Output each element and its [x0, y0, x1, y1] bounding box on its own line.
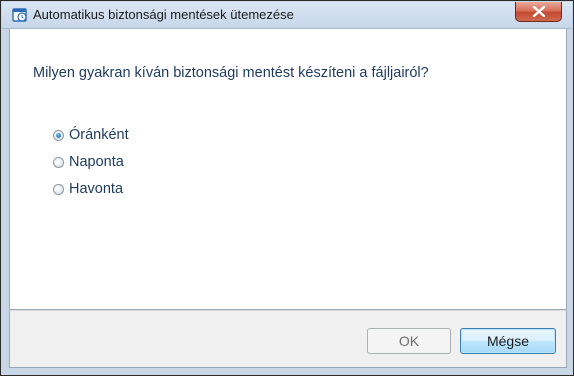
dialog-window: Automatikus biztonsági mentések ütemezés… [0, 0, 574, 376]
calendar-clock-icon [12, 7, 28, 23]
radio-button-monthly[interactable] [53, 183, 64, 195]
cancel-button[interactable]: Mégse [460, 328, 556, 354]
radio-option-daily[interactable]: Naponta [53, 153, 124, 171]
question-text: Milyen gyakran kíván biztonsági mentést … [33, 65, 429, 81]
window-title: Automatikus biztonsági mentések ütemezés… [33, 7, 294, 22]
radio-option-hourly[interactable]: Óránként [53, 126, 129, 144]
radio-label-hourly: Óránként [69, 127, 129, 143]
close-icon [532, 6, 546, 17]
close-button[interactable] [515, 2, 562, 22]
radio-button-daily[interactable] [53, 156, 64, 168]
dialog-content: Milyen gyakran kíván biztonsági mentést … [9, 29, 567, 310]
radio-button-hourly[interactable] [53, 129, 64, 141]
radio-option-monthly[interactable]: Havonta [53, 180, 123, 198]
radio-label-daily: Naponta [69, 154, 124, 170]
ok-button[interactable]: OK [367, 328, 451, 354]
title-bar[interactable]: Automatikus biztonsági mentések ütemezés… [2, 2, 572, 29]
radio-label-monthly: Havonta [69, 181, 124, 197]
button-bar: OK Mégse [9, 310, 567, 368]
